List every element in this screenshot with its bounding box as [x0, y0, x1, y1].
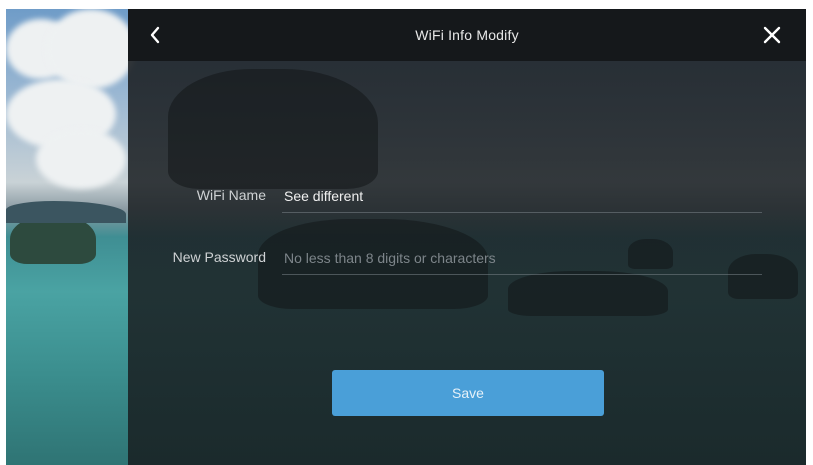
- title-bar: WiFi Info Modify: [128, 9, 806, 61]
- distant-hills: [6, 201, 126, 223]
- new-password-label: New Password: [172, 249, 266, 265]
- close-icon: [763, 26, 781, 44]
- wifi-modify-panel: WiFi Info Modify WiFi Name New Password …: [128, 9, 806, 465]
- save-button[interactable]: Save: [332, 370, 604, 416]
- close-button[interactable]: [758, 21, 786, 49]
- cloud: [36, 129, 126, 189]
- new-password-field[interactable]: [282, 241, 762, 275]
- back-button[interactable]: [142, 21, 168, 49]
- page-title: WiFi Info Modify: [415, 27, 519, 43]
- scenery-shadow: [168, 69, 378, 189]
- wifi-name-row: WiFi Name: [128, 179, 806, 219]
- new-password-row: New Password: [128, 241, 806, 281]
- chevron-left-icon: [150, 26, 160, 44]
- wifi-name-label: WiFi Name: [196, 187, 266, 203]
- cloud: [46, 9, 136, 89]
- wifi-name-field[interactable]: [282, 179, 762, 213]
